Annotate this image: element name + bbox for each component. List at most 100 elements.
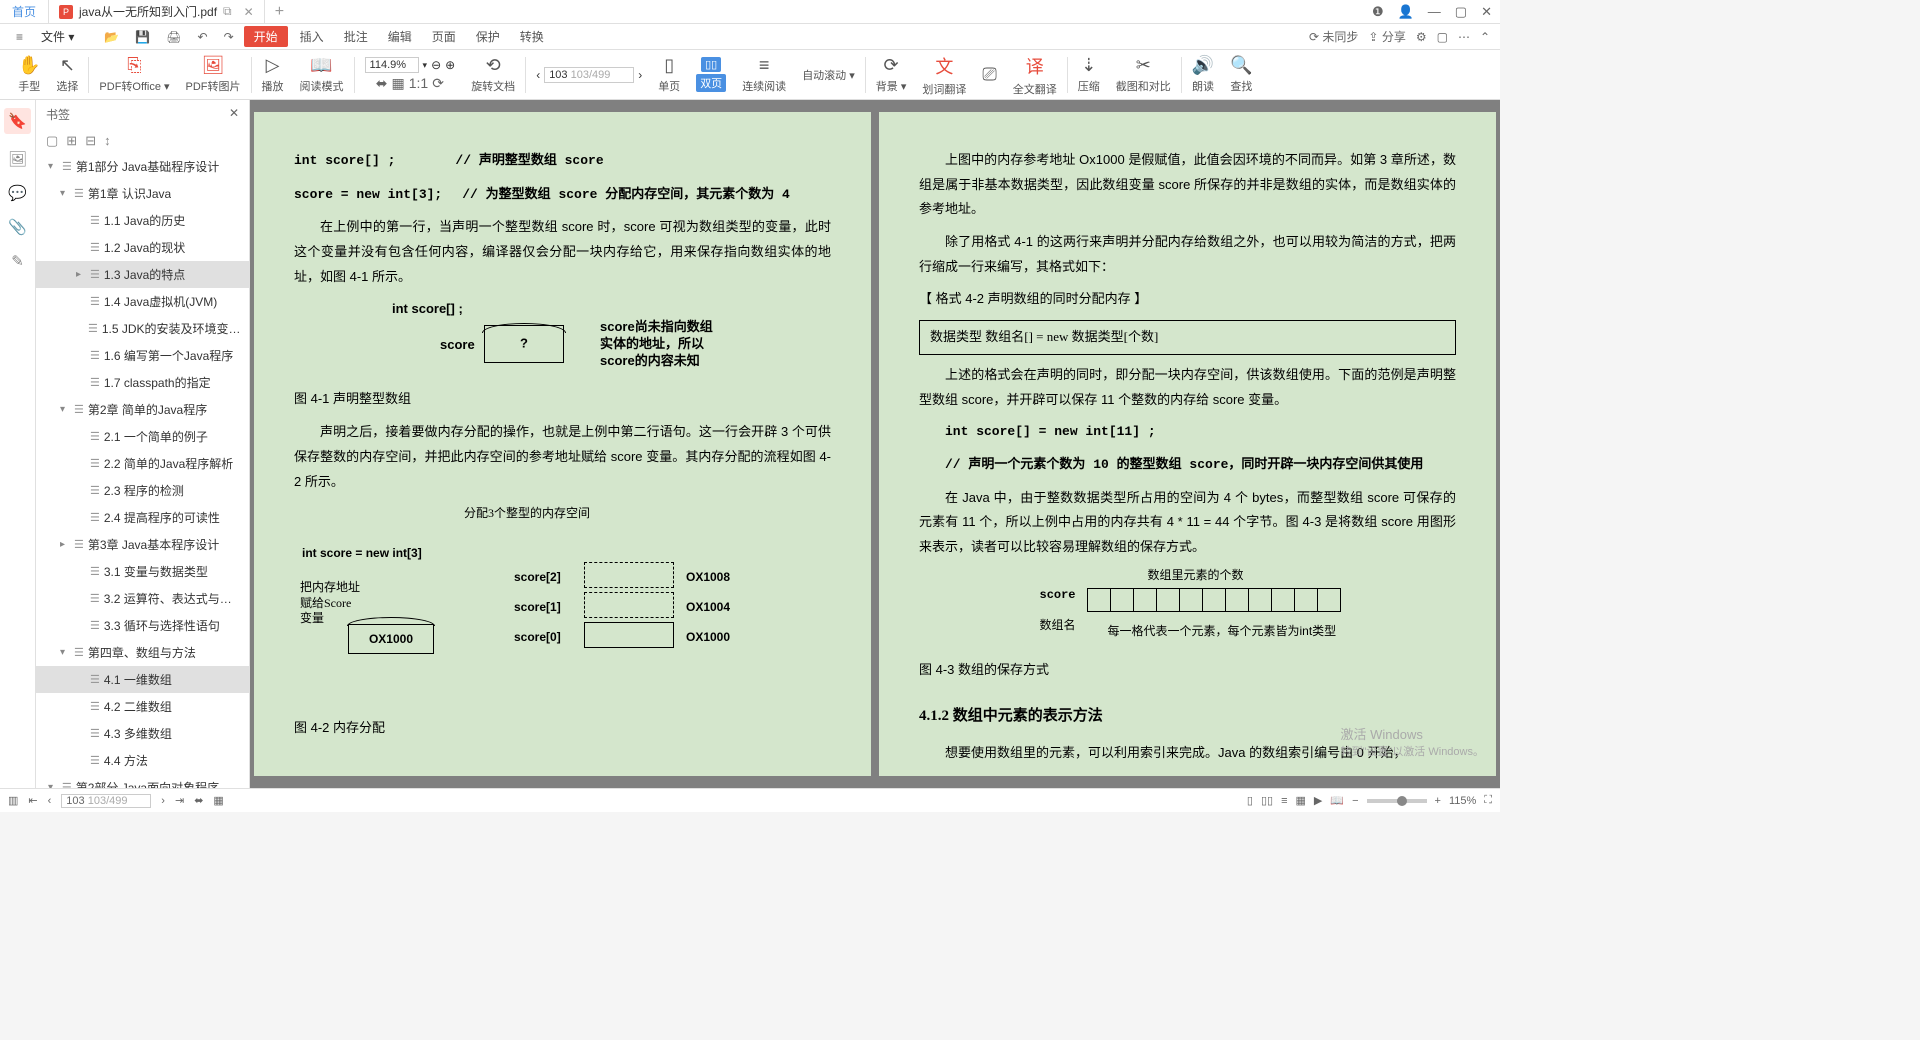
- redo-icon[interactable]: ↷: [218, 30, 240, 44]
- bookmark-item[interactable]: ☰3.1 变量与数据类型: [36, 558, 249, 585]
- bookmark-item[interactable]: ▾☰第2部分 Java面向对象程序设计: [36, 774, 249, 788]
- bookmark-item[interactable]: ☰3.2 运算符、表达式与语句: [36, 585, 249, 612]
- page-next-icon[interactable]: ›: [161, 795, 165, 807]
- page-next-icon[interactable]: ›: [638, 68, 642, 82]
- add-bookmark-icon[interactable]: ▢: [46, 133, 58, 149]
- menu-icon[interactable]: ≡: [10, 30, 29, 44]
- bookmark-item[interactable]: ▾☰第1部分 Java基础程序设计: [36, 153, 249, 180]
- status-zoom-out-icon[interactable]: −: [1352, 795, 1358, 807]
- tool-readmode[interactable]: 📖阅读模式: [292, 53, 352, 97]
- tab-close-icon[interactable]: ✕: [244, 5, 254, 19]
- bookmark-item[interactable]: ☰2.3 程序的检测: [36, 477, 249, 504]
- collapse-icon[interactable]: ⊟: [85, 133, 96, 149]
- status-menu-icon[interactable]: ▥: [8, 794, 18, 807]
- fit-page-icon[interactable]: ▦: [392, 75, 405, 92]
- tool-background[interactable]: ⟳背景 ▾: [868, 53, 915, 97]
- menu-convert[interactable]: 转换: [512, 28, 552, 45]
- avatar-icon[interactable]: 👤: [1398, 4, 1414, 20]
- save-icon[interactable]: 💾: [129, 30, 156, 44]
- bookmark-item[interactable]: ▾☰第1章 认识Java: [36, 180, 249, 207]
- zoom-out-icon[interactable]: ⊖: [431, 58, 441, 72]
- page-last-icon[interactable]: ⇥: [175, 794, 184, 807]
- tool-word-translate[interactable]: 文划词翻译: [914, 53, 974, 97]
- maximize-button[interactable]: ▢: [1455, 4, 1467, 20]
- bookmark-item[interactable]: ▸☰第3章 Java基本程序设计: [36, 531, 249, 558]
- fit-width-icon[interactable]: ⬌: [376, 75, 388, 92]
- tool-full-translate[interactable]: 译全文翻译: [1005, 53, 1065, 97]
- tool-pdf2office[interactable]: ⎘PDF转Office ▾: [91, 53, 177, 97]
- bookmark-item[interactable]: ☰2.1 一个简单的例子: [36, 423, 249, 450]
- close-button[interactable]: ✕: [1481, 4, 1492, 20]
- window-icon[interactable]: ▢: [1437, 30, 1448, 44]
- page-prev-icon[interactable]: ‹: [48, 795, 52, 807]
- view-double-icon[interactable]: ▯▯: [1261, 794, 1273, 807]
- comment-icon[interactable]: 💬: [8, 184, 27, 202]
- open-icon[interactable]: 📂: [98, 30, 125, 44]
- menu-protect[interactable]: 保护: [468, 28, 508, 45]
- tab-restore-icon[interactable]: ⧉: [223, 4, 232, 19]
- attachment-icon[interactable]: 📎: [8, 218, 27, 236]
- menu-annotate[interactable]: 批注: [336, 28, 376, 45]
- view-continuous-icon[interactable]: ≡: [1281, 795, 1287, 807]
- minimize-button[interactable]: —: [1428, 4, 1441, 19]
- bookmark-item[interactable]: ☰1.2 Java的现状: [36, 234, 249, 261]
- menu-edit[interactable]: 编辑: [380, 28, 420, 45]
- bookmark-item[interactable]: ☰4.4 方法: [36, 747, 249, 774]
- bookmark-item[interactable]: ▾☰第2章 简单的Java程序: [36, 396, 249, 423]
- status-zoom-in-icon[interactable]: +: [1435, 795, 1441, 807]
- tab-add-button[interactable]: +: [265, 3, 294, 21]
- page-prev-icon[interactable]: ‹: [536, 68, 540, 82]
- bookmark-item[interactable]: ☰2.4 提高程序的可读性: [36, 504, 249, 531]
- tool-compress[interactable]: ⇣压缩: [1070, 53, 1108, 97]
- zoom-input[interactable]: 114.9%: [365, 57, 419, 73]
- menu-page[interactable]: 页面: [424, 28, 464, 45]
- print-icon[interactable]: 🖨: [160, 30, 187, 44]
- sidebar-close-icon[interactable]: ✕: [229, 106, 239, 123]
- page-input[interactable]: 103 103/499: [544, 67, 634, 83]
- view-single-icon[interactable]: ▯: [1247, 794, 1253, 807]
- window-badge-icon[interactable]: ❶: [1372, 4, 1384, 20]
- tool-find[interactable]: 🔍查找: [1222, 53, 1260, 97]
- status-page-input[interactable]: 103 103/499: [61, 794, 151, 808]
- bookmark-item[interactable]: ▾☰第四章、数组与方法: [36, 639, 249, 666]
- view-present-icon[interactable]: ▶: [1314, 794, 1322, 807]
- bookmark-item[interactable]: ☰3.3 循环与选择性语句: [36, 612, 249, 639]
- shape-icon[interactable]: ✎: [11, 252, 24, 270]
- tool-pdf2img[interactable]: 🖼PDF转图片: [178, 53, 249, 97]
- view-read-icon[interactable]: 📖: [1330, 794, 1344, 807]
- bookmark-item[interactable]: ☰1.5 JDK的安装及环境变量的配置: [36, 315, 249, 342]
- menu-file[interactable]: 文件 ▾: [33, 28, 82, 45]
- bookmark-item[interactable]: ☰1.6 编写第一个Java程序: [36, 342, 249, 369]
- bookmark-item[interactable]: ☰4.2 二维数组: [36, 693, 249, 720]
- tool-screenshot[interactable]: ✂截图和对比: [1108, 53, 1179, 97]
- settings-icon[interactable]: ⚙: [1416, 30, 1427, 44]
- tool-select[interactable]: ↖选择: [48, 53, 86, 97]
- bookmark-item[interactable]: ☰1.4 Java虚拟机(JVM): [36, 288, 249, 315]
- zoom-in-icon[interactable]: ⊕: [445, 58, 455, 72]
- bookmark-item[interactable]: ☰4.1 一维数组: [36, 666, 249, 693]
- tab-home[interactable]: 首页: [0, 0, 49, 24]
- status-zoom-value[interactable]: 115%: [1449, 795, 1476, 807]
- tool-hand[interactable]: ✋手型: [10, 53, 48, 97]
- bookmark-icon[interactable]: 🔖: [4, 108, 31, 134]
- tab-file[interactable]: P java从一无所知到入门.pdf ⧉ ✕: [49, 0, 265, 24]
- thumbnail-icon[interactable]: 🖼: [8, 150, 27, 168]
- tool-rotate[interactable]: ⟲旋转文档: [463, 53, 523, 97]
- menu-start[interactable]: 开始: [244, 26, 288, 47]
- bookmark-item[interactable]: ☰2.2 简单的Java程序解析: [36, 450, 249, 477]
- sync-status[interactable]: ⟳ 未同步: [1309, 28, 1358, 45]
- menu-insert[interactable]: 插入: [292, 28, 332, 45]
- undo-icon[interactable]: ↶: [192, 30, 214, 44]
- tool-single[interactable]: ▯单页: [650, 53, 688, 97]
- view-grid-icon[interactable]: ▦: [1296, 794, 1306, 807]
- tool-autoscroll[interactable]: 自动滚动 ▾: [794, 53, 863, 97]
- bookmark-item[interactable]: ☰1.1 Java的历史: [36, 207, 249, 234]
- expand-icon[interactable]: ⊞: [66, 133, 77, 149]
- tool-play[interactable]: ▷播放: [254, 53, 292, 97]
- status-fullscreen-icon[interactable]: ⛶: [1484, 794, 1492, 807]
- tool-read-aloud[interactable]: 🔊朗读: [1184, 53, 1222, 97]
- tool-double[interactable]: ▯▯双页: [688, 53, 734, 97]
- bookmark-item[interactable]: ☰1.7 classpath的指定: [36, 369, 249, 396]
- fit-auto-icon[interactable]: ⟳: [432, 75, 444, 92]
- tool-ocr[interactable]: ⎚: [974, 53, 1004, 97]
